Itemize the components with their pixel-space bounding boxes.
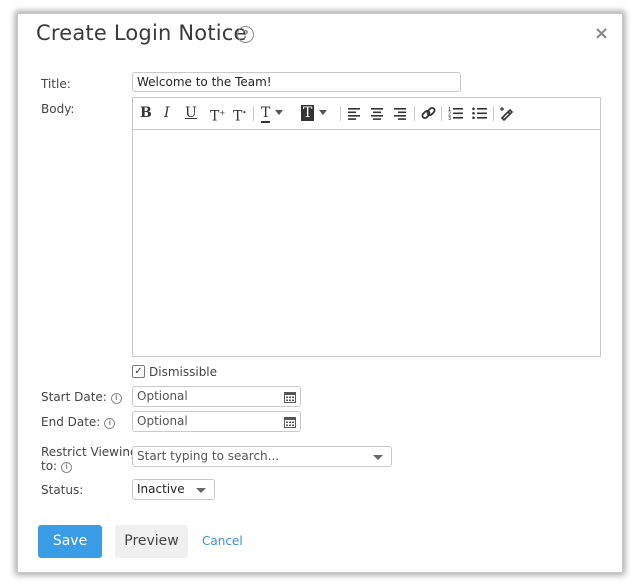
bullet-list-icon[interactable]: [472, 106, 487, 120]
cancel-link[interactable]: Cancel: [202, 534, 243, 548]
restrict-viewing-label-line2-text: to:: [41, 459, 58, 473]
chevron-down-icon: [373, 455, 383, 460]
title-label: Title:: [41, 77, 71, 91]
bold-button[interactable]: B: [140, 105, 152, 121]
ordered-list-icon[interactable]: 1 2 3: [448, 106, 463, 120]
end-date-placeholder: Optional: [137, 414, 188, 428]
status-value: Inactive: [137, 482, 185, 496]
restrict-viewing-label-line1: Restrict Viewing: [41, 445, 138, 459]
background-color-label: T: [301, 105, 315, 121]
subscript-label: T: [233, 108, 243, 125]
info-icon: i: [61, 462, 73, 473]
chevron-down-icon: [275, 110, 284, 115]
calendar-icon[interactable]: [284, 416, 296, 428]
editor-toolbar: B I U T+ T• T T 1 2 3: [133, 98, 600, 130]
underline-button[interactable]: U: [185, 105, 197, 121]
clear-formatting-icon[interactable]: [499, 106, 514, 121]
info-icon: i: [110, 393, 122, 404]
align-right-icon[interactable]: [394, 107, 407, 120]
close-icon[interactable]: ×: [594, 23, 609, 44]
start-date-input[interactable]: Optional: [132, 386, 301, 407]
start-date-label: Start Date: i: [41, 390, 122, 404]
create-login-notice-dialog: Create Login Notice ? × Title: Welcome t…: [17, 13, 623, 573]
dismissible-label: Dismissible: [149, 365, 218, 379]
align-left-icon[interactable]: [348, 107, 361, 120]
restrict-viewing-placeholder: Start typing to search...: [137, 449, 280, 463]
toolbar-divider: [493, 106, 494, 121]
chevron-down-icon: [196, 488, 206, 493]
end-date-label: End Date: i: [41, 415, 116, 429]
preview-button[interactable]: Preview: [115, 525, 188, 558]
end-date-input[interactable]: Optional: [132, 411, 301, 432]
save-button[interactable]: Save: [38, 525, 102, 558]
background-color-button[interactable]: T: [301, 105, 328, 121]
toolbar-divider: [414, 106, 415, 121]
superscript-label: T: [210, 108, 220, 125]
toolbar-divider: [441, 106, 442, 121]
start-date-placeholder: Optional: [137, 389, 188, 403]
text-color-label: T: [261, 105, 271, 123]
text-color-button[interactable]: T: [261, 105, 284, 123]
dialog-title: Create Login Notice: [36, 21, 247, 45]
body-label: Body:: [41, 102, 75, 116]
restrict-viewing-label: Restrict Viewing to: i: [41, 445, 138, 473]
svg-text:3: 3: [448, 116, 451, 120]
editor-content-area[interactable]: [133, 130, 600, 358]
end-date-label-text: End Date:: [41, 415, 101, 429]
dismissible-checkbox[interactable]: ✓: [132, 365, 145, 378]
italic-button[interactable]: I: [164, 105, 170, 121]
toolbar-divider: [340, 106, 341, 121]
info-icon: i: [104, 418, 116, 429]
superscript-button[interactable]: T+: [210, 105, 225, 125]
restrict-viewing-select[interactable]: Start typing to search...: [132, 446, 392, 467]
align-center-icon[interactable]: [371, 107, 384, 120]
start-date-label-text: Start Date:: [41, 390, 107, 404]
restrict-viewing-label-line2: to: i: [41, 459, 138, 473]
link-icon[interactable]: [421, 106, 436, 121]
calendar-icon[interactable]: [284, 391, 296, 403]
toolbar-divider: [253, 106, 254, 121]
chevron-down-icon: [319, 110, 328, 115]
status-label: Status:: [41, 483, 84, 497]
question-circle-icon[interactable]: ?: [237, 26, 254, 43]
subscript-button[interactable]: T•: [233, 105, 246, 125]
rich-text-editor: B I U T+ T• T T 1 2 3: [132, 97, 601, 357]
title-input[interactable]: Welcome to the Team!: [132, 72, 461, 92]
status-select[interactable]: Inactive: [132, 479, 215, 500]
